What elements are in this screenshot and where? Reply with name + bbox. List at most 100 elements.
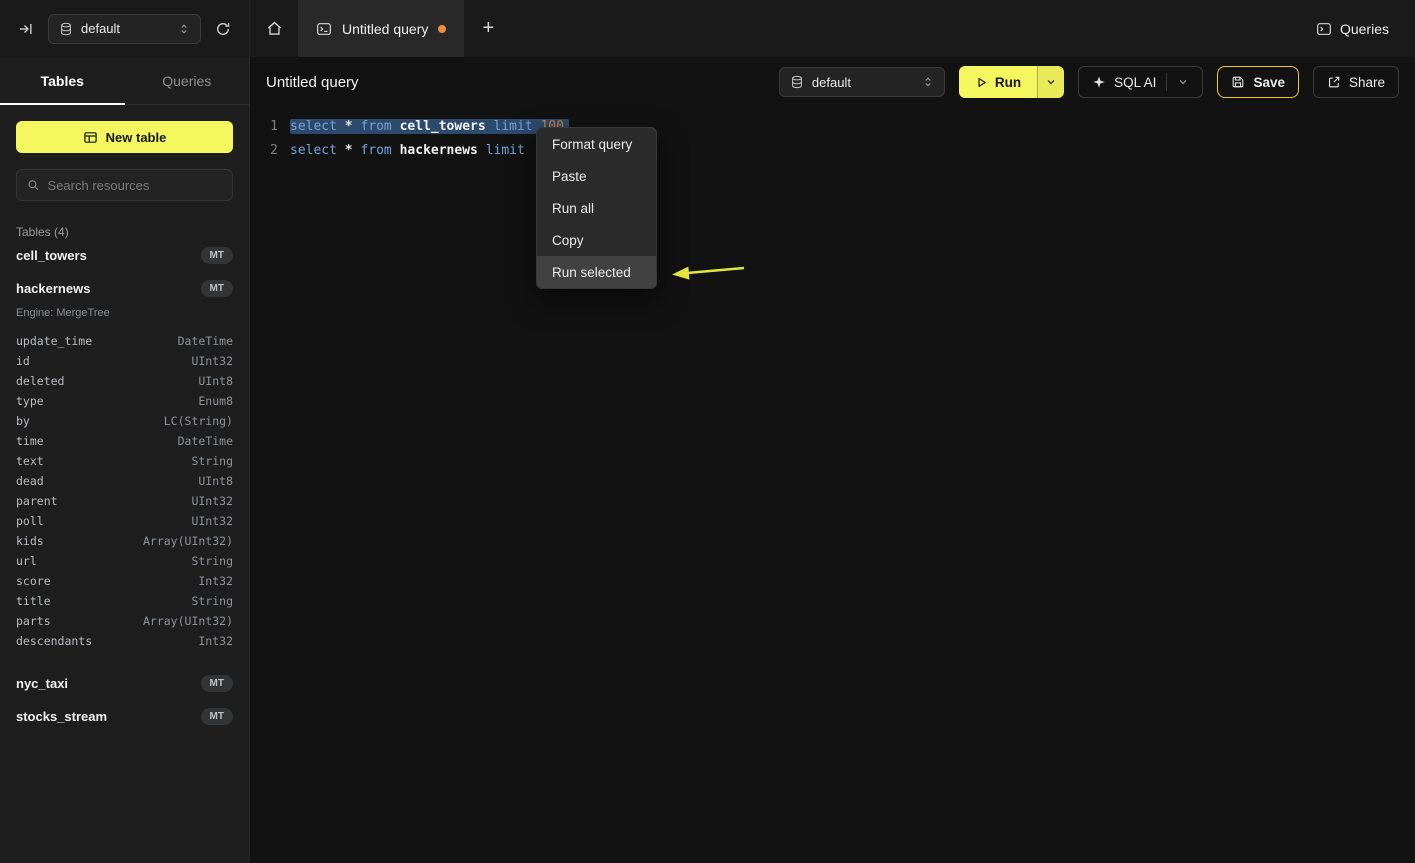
column-type: UInt8 <box>198 374 233 388</box>
table-row-hackernews[interactable]: hackernews MT <box>16 272 233 305</box>
save-button[interactable]: Save <box>1217 66 1299 98</box>
table-icon <box>83 130 98 145</box>
column-type: Int32 <box>198 634 233 648</box>
menu-item-format-query[interactable]: Format query <box>537 128 656 160</box>
run-button-label: Run <box>995 75 1021 90</box>
save-button-label: Save <box>1253 75 1285 90</box>
engine-badge: MT <box>201 247 233 264</box>
column-type: UInt32 <box>191 354 233 368</box>
table-row-stocks-stream[interactable]: stocks_stream MT <box>16 700 233 733</box>
menu-item-run-all[interactable]: Run all <box>537 192 656 224</box>
column-type: DateTime <box>178 334 233 348</box>
queries-panel-button[interactable]: Queries <box>1316 0 1389 57</box>
column-name: url <box>16 554 37 568</box>
menu-item-paste[interactable]: Paste <box>537 160 656 192</box>
column-name: text <box>16 454 44 468</box>
column-type: Array(UInt32) <box>143 614 233 628</box>
queries-button-label: Queries <box>1340 21 1389 37</box>
column-row: textString <box>16 451 233 471</box>
menu-item-run-selected[interactable]: Run selected <box>537 256 656 288</box>
column-name: parent <box>16 494 58 508</box>
share-button-label: Share <box>1349 75 1385 90</box>
content: Tables Queries New table Tables (4) cell… <box>0 57 1415 863</box>
topbar-database-value: default <box>81 21 170 36</box>
refresh-button[interactable] <box>211 17 235 41</box>
search-box <box>16 169 233 201</box>
column-row: parent UInt32 <box>16 491 233 511</box>
column-row: timeDateTime <box>16 431 233 451</box>
new-table-button[interactable]: New table <box>16 121 233 153</box>
sql-ai-button[interactable]: SQL AI <box>1078 66 1203 98</box>
play-icon <box>975 76 988 89</box>
query-database-selector[interactable]: default <box>779 67 945 97</box>
text-selection: select * from cell_towers limit 100 <box>290 119 569 134</box>
tab-title: Untitled query <box>342 21 428 37</box>
column-row: kidsArray(UInt32) <box>16 531 233 551</box>
column-type: DateTime <box>178 434 233 448</box>
sql-keyword: select <box>290 143 345 158</box>
search-input[interactable] <box>48 178 222 193</box>
column-name: deleted <box>16 374 64 388</box>
divider <box>1166 73 1167 91</box>
topbar-left: default <box>0 0 250 57</box>
sql-keyword: from <box>360 119 399 134</box>
sidebar-tab-queries[interactable]: Queries <box>125 57 250 104</box>
sql-table-name: hackernews <box>400 143 486 158</box>
menu-item-copy[interactable]: Copy <box>537 224 656 256</box>
sql-star: * <box>345 143 361 158</box>
run-options-button[interactable] <box>1037 66 1064 98</box>
column-type: Enum8 <box>198 394 233 408</box>
column-type: LC(String) <box>164 414 233 428</box>
sql-ai-label: SQL AI <box>1114 75 1156 90</box>
topbar-database-selector[interactable]: default <box>48 14 201 44</box>
sql-keyword: limit <box>494 119 541 134</box>
query-database-value: default <box>812 75 914 90</box>
updown-chevron-icon <box>922 76 934 88</box>
column-type: String <box>191 554 233 568</box>
updown-chevron-icon <box>178 23 190 35</box>
topbar: default Untitled query + Queries <box>0 0 1415 57</box>
sql-table-name: cell_towers <box>400 119 494 134</box>
tab-untitled-query[interactable]: Untitled query <box>298 0 464 57</box>
column-row: descendantsInt32 <box>16 631 233 651</box>
engine-badge: MT <box>201 280 233 297</box>
sql-keyword: select <box>290 119 345 134</box>
database-icon <box>790 75 804 89</box>
query-title: Untitled query <box>266 74 359 91</box>
run-button-group: Run <box>959 66 1064 98</box>
column-name: kids <box>16 534 44 548</box>
sql-editor[interactable]: 1 select * from cell_towers limit 100 2 … <box>250 107 1415 863</box>
column-name: type <box>16 394 44 408</box>
collapse-sidebar-button[interactable] <box>14 17 38 41</box>
share-button[interactable]: Share <box>1313 66 1399 98</box>
line-number: 2 <box>266 139 278 163</box>
table-name: stocks_stream <box>16 709 107 724</box>
column-name: update_time <box>16 334 92 348</box>
table-row-cell-towers[interactable]: cell_towers MT <box>16 239 233 272</box>
column-row: scoreInt32 <box>16 571 233 591</box>
sidebar-tab-tables[interactable]: Tables <box>0 57 125 104</box>
column-type: UInt32 <box>191 494 233 508</box>
search-icon <box>27 178 40 192</box>
share-icon <box>1327 75 1341 89</box>
run-button[interactable]: Run <box>959 66 1037 98</box>
collapse-sidebar-icon <box>18 21 34 37</box>
code-line-2: 2 select * from hackernews limit <box>250 139 1415 163</box>
column-name: title <box>16 594 51 608</box>
new-table-label: New table <box>106 130 167 145</box>
column-name: by <box>16 414 30 428</box>
save-icon <box>1231 75 1245 89</box>
sparkle-icon <box>1092 75 1106 89</box>
table-row-nyc-taxi[interactable]: nyc_taxi MT <box>16 667 233 700</box>
column-type: Int32 <box>198 574 233 588</box>
new-tab-button[interactable]: + <box>464 0 512 57</box>
home-button[interactable] <box>250 0 298 57</box>
column-row: by LC(String) <box>16 411 233 431</box>
chevron-down-icon <box>1177 76 1189 88</box>
unsaved-indicator-dot <box>438 25 446 33</box>
app-root: default Untitled query + Queries <box>0 0 1415 863</box>
code-text: select * from cell_towers limit 100 <box>290 115 569 139</box>
sidebar-tabs: Tables Queries <box>0 57 249 105</box>
table-name: hackernews <box>16 281 90 296</box>
column-row: titleString <box>16 591 233 611</box>
